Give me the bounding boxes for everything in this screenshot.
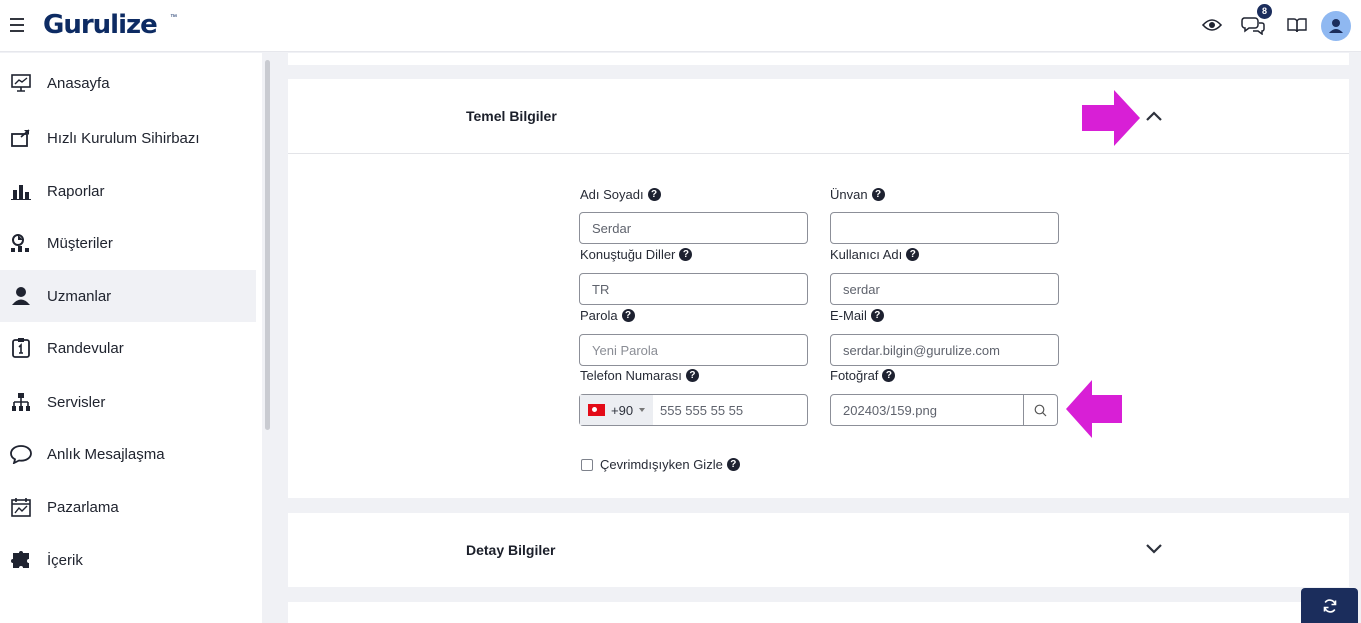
basic-info-panel: Temel Bilgiler Adı Soyadı? Serdar Ünvan?… [288, 79, 1349, 498]
username-label: Kullanıcı Adı? [830, 247, 920, 262]
sidebar-item-services[interactable]: Servisler [0, 376, 256, 428]
logo-trademark: ™ [170, 14, 177, 21]
title-label: Ünvan? [830, 187, 885, 202]
detail-info-panel[interactable]: Detay Bilgiler [288, 513, 1349, 587]
username-input[interactable]: serdar [830, 273, 1059, 305]
help-icon[interactable]: ? [647, 188, 661, 201]
help-icon[interactable]: ? [906, 248, 920, 261]
book-icon[interactable] [1287, 17, 1307, 38]
sidebar-item-label: Müşteriler [47, 234, 113, 252]
notification-badge: 8 [1257, 4, 1272, 19]
caret-down-icon [639, 408, 646, 412]
user-avatar[interactable] [1321, 11, 1351, 41]
sidebar-item-customers[interactable]: Müşteriler [0, 217, 256, 269]
sidebar-item-label: Hızlı Kurulum Sihirbazı [47, 129, 200, 147]
section-title-detail: Detay Bilgiler [466, 542, 556, 558]
help-icon[interactable]: ? [685, 369, 699, 382]
search-icon [1034, 404, 1047, 416]
chat-icon[interactable] [1241, 15, 1265, 40]
sidebar-item-label: Uzmanlar [47, 287, 112, 305]
photo-input[interactable]: 202403/159.png [830, 394, 1024, 426]
sidebar-item-label: Randevular [47, 339, 124, 357]
monitor-chart-icon [10, 72, 32, 94]
sidebar-scrollbar[interactable] [265, 60, 270, 430]
hide-offline-checkbox[interactable] [581, 459, 593, 471]
hide-offline-label[interactable]: Çevrimdışıyken Gizle? [600, 457, 740, 472]
refresh-button[interactable] [1301, 588, 1358, 623]
next-section-panel [288, 602, 1349, 623]
password-label: Parola? [580, 308, 635, 323]
section-title-basic: Temel Bilgiler [466, 108, 557, 124]
password-input[interactable]: Yeni Parola [579, 334, 808, 366]
calendar-chart-icon [10, 496, 32, 518]
full-name-input[interactable]: Serdar [579, 212, 808, 244]
full-name-label: Adı Soyadı? [580, 187, 661, 202]
sitemap-icon [10, 391, 32, 413]
appointment-icon [10, 337, 32, 359]
sidebar-item-experts[interactable]: Uzmanlar [0, 270, 256, 322]
menu-icon[interactable] [10, 14, 24, 34]
help-icon[interactable]: ? [621, 309, 635, 322]
chevron-down-icon[interactable] [1145, 543, 1163, 555]
sidebar-item-label: İçerik [47, 551, 83, 569]
section-divider [288, 153, 1349, 154]
photo-label: Fotoğraf? [830, 368, 896, 383]
puzzle-icon [10, 549, 32, 571]
annotation-arrow-right [1082, 90, 1140, 146]
eye-icon[interactable] [1201, 17, 1223, 38]
help-icon[interactable]: ? [870, 309, 884, 322]
sidebar: Anasayfa Hızlı Kurulum Sihirbazı Raporla… [0, 53, 262, 623]
languages-input[interactable]: TR [579, 273, 808, 305]
phone-input[interactable]: +90 555 555 55 55 [579, 394, 808, 426]
sidebar-item-label: Anasayfa [47, 74, 110, 92]
phone-label: Telefon Numarası? [580, 368, 699, 383]
app-logo[interactable]: Gurulize [43, 10, 158, 40]
country-code-dropdown[interactable]: +90 [580, 395, 653, 425]
help-icon[interactable]: ? [882, 369, 896, 382]
sidebar-item-label: Anlık Mesajlaşma [47, 445, 165, 463]
email-input[interactable]: serdar.bilgin@gurulize.com [830, 334, 1059, 366]
sidebar-item-reports[interactable]: Raporlar [0, 165, 256, 217]
chevron-up-icon[interactable] [1145, 110, 1163, 122]
sidebar-item-appointments[interactable]: Randevular [0, 322, 256, 374]
wizard-icon [10, 127, 32, 149]
turkey-flag-icon [588, 404, 605, 416]
sidebar-item-content[interactable]: İçerik [0, 534, 256, 586]
expert-icon [10, 285, 32, 307]
refresh-icon [1323, 598, 1336, 613]
country-code: +90 [611, 402, 634, 418]
previous-section-panel [288, 53, 1349, 65]
sidebar-item-quick-setup[interactable]: Hızlı Kurulum Sihirbazı [0, 112, 256, 164]
annotation-arrow-left [1066, 380, 1122, 438]
help-icon[interactable]: ? [679, 248, 693, 261]
sidebar-item-marketing[interactable]: Pazarlama [0, 481, 256, 533]
email-label: E-Mail? [830, 308, 884, 323]
chat-bubble-icon [10, 443, 32, 465]
top-bar: Gurulize ™ 8 [0, 0, 1361, 52]
bar-chart-icon [10, 180, 32, 202]
title-input[interactable] [830, 212, 1059, 244]
help-icon[interactable]: ? [726, 458, 740, 471]
sidebar-item-instant-messaging[interactable]: Anlık Mesajlaşma [0, 428, 256, 480]
help-icon[interactable]: ? [871, 188, 885, 201]
photo-browse-button[interactable] [1023, 394, 1058, 426]
sidebar-item-label: Raporlar [47, 182, 105, 200]
sidebar-item-label: Servisler [47, 393, 106, 411]
sidebar-item-anasayfa[interactable]: Anasayfa [0, 57, 256, 109]
sidebar-item-label: Pazarlama [47, 498, 119, 516]
customers-icon [10, 232, 32, 254]
phone-number: 555 555 55 55 [660, 402, 744, 418]
languages-label: Konuştuğu Diller? [580, 247, 693, 262]
